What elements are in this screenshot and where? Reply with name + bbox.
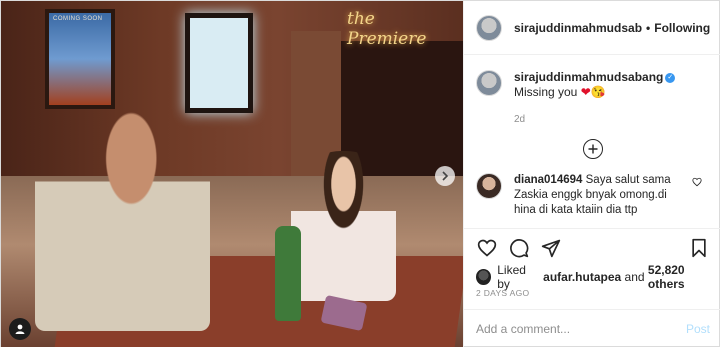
lightbox-poster bbox=[185, 13, 253, 113]
heart-icon bbox=[692, 177, 702, 187]
comment-button[interactable] bbox=[508, 237, 530, 259]
post-side-panel: sirajuddinmahmudsab • Following sirajudd… bbox=[463, 1, 720, 347]
comment-item: diana014694 Saya salut sama Zaskia enggk… bbox=[476, 173, 710, 218]
caption-text: sirajuddinmahmudsabang ✓ Missing you ❤😘 bbox=[514, 70, 710, 100]
comment-text: diana014694 Saya salut sama Zaskia enggk… bbox=[514, 173, 684, 218]
post-header: sirajuddinmahmudsab • Following bbox=[464, 1, 720, 55]
posted-time: 2 DAYS AGO bbox=[476, 288, 530, 298]
header-separator: • bbox=[646, 20, 651, 35]
liker-avatar[interactable] bbox=[476, 269, 492, 285]
caption-time: 2d bbox=[514, 114, 526, 125]
comment-username[interactable]: diana014694 bbox=[514, 174, 582, 186]
share-button[interactable] bbox=[540, 237, 562, 259]
add-comment-input[interactable] bbox=[476, 322, 686, 336]
caption-message: Missing you bbox=[514, 85, 578, 99]
kiss-emoji: 😘 bbox=[590, 85, 606, 99]
likes-summary: Liked by aufar.hutapea and 52,820 others bbox=[476, 263, 720, 291]
comment-like-button[interactable] bbox=[692, 177, 702, 218]
caption: sirajuddinmahmudsabang ✓ Missing you ❤😘 bbox=[476, 70, 710, 100]
caption-avatar[interactable] bbox=[476, 70, 502, 96]
heart-emoji: ❤ bbox=[580, 85, 591, 99]
poster-coming-soon-text: COMING SOON bbox=[53, 16, 103, 22]
post-comment-button[interactable]: Post bbox=[686, 322, 710, 336]
liker-username[interactable]: aufar.hutapea bbox=[543, 270, 621, 284]
verified-badge-icon: ✓ bbox=[665, 72, 676, 83]
load-more-comments-button[interactable] bbox=[583, 139, 603, 159]
comment-icon bbox=[510, 238, 529, 257]
photo-girl bbox=[291, 151, 396, 301]
likes-prefix: Liked by bbox=[497, 263, 526, 291]
post-photo[interactable]: COMING SOON the Premiere bbox=[1, 1, 463, 347]
following-button[interactable]: Following bbox=[654, 21, 710, 35]
user-tag-button[interactable] bbox=[9, 318, 31, 340]
save-button[interactable] bbox=[688, 237, 710, 259]
venue-sign: the Premiere bbox=[347, 9, 427, 49]
author-avatar[interactable] bbox=[476, 14, 502, 41]
heart-icon bbox=[477, 239, 497, 257]
instagram-post: COMING SOON the Premiere sirajuddinmahmu… bbox=[0, 0, 720, 347]
likes-and: and bbox=[624, 270, 645, 284]
commenter-avatar[interactable] bbox=[476, 173, 502, 199]
comments-section: sirajuddinmahmudsabang ✓ Missing you ❤😘 2… bbox=[464, 56, 720, 228]
likes-count[interactable]: 52,820 others bbox=[648, 263, 720, 291]
caption-username[interactable]: sirajuddinmahmudsabang bbox=[514, 70, 663, 84]
author-username[interactable]: sirajuddinmahmudsab bbox=[514, 21, 642, 35]
bookmark-icon bbox=[692, 238, 706, 257]
chevron-right-icon bbox=[442, 171, 449, 181]
post-actions bbox=[464, 228, 720, 266]
photo-man bbox=[35, 101, 210, 331]
plus-circle-icon bbox=[588, 144, 598, 154]
like-button[interactable] bbox=[476, 237, 498, 259]
add-comment-bar: Post bbox=[464, 309, 720, 347]
movie-poster: COMING SOON bbox=[45, 9, 115, 109]
send-icon bbox=[541, 239, 561, 257]
user-tag-icon bbox=[15, 324, 25, 334]
photo-bottle bbox=[275, 226, 301, 321]
next-photo-button[interactable] bbox=[435, 166, 455, 186]
